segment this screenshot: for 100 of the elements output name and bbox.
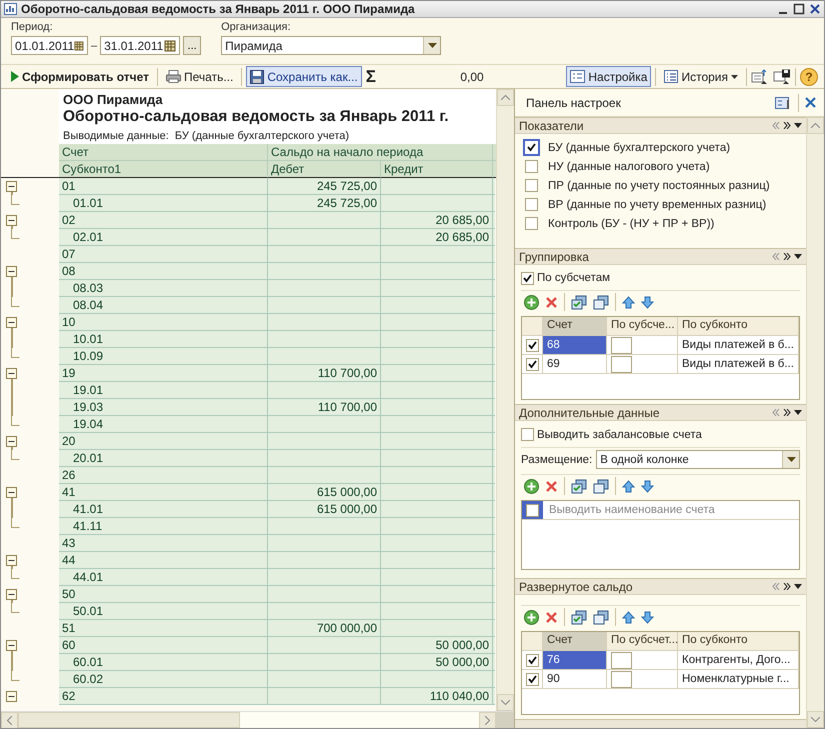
scroll-left-icon[interactable] bbox=[7, 716, 12, 725]
collapse-icon[interactable] bbox=[6, 555, 17, 566]
collapse-icon[interactable] bbox=[6, 266, 17, 277]
collapse-icon[interactable] bbox=[6, 317, 17, 328]
move-down-icon[interactable] bbox=[641, 480, 654, 492]
scroll-up-icon[interactable] bbox=[811, 123, 820, 128]
check-all-icon[interactable] bbox=[571, 478, 587, 494]
scroll-up-icon[interactable] bbox=[501, 95, 510, 100]
column-header[interactable]: По субконто bbox=[678, 317, 799, 336]
checkbox-label[interactable]: ВР (данные по учету временных разниц) bbox=[548, 198, 766, 210]
section-controls-icon[interactable] bbox=[772, 409, 802, 416]
save-as-button[interactable]: Сохранить как... bbox=[246, 66, 362, 87]
collapse-icon[interactable] bbox=[6, 215, 17, 226]
scroll-down-icon[interactable] bbox=[501, 700, 510, 705]
check-all-icon[interactable] bbox=[571, 610, 587, 624]
move-down-icon[interactable] bbox=[641, 296, 654, 309]
collapse-icon[interactable] bbox=[6, 589, 17, 600]
checkbox-label[interactable]: БУ (данные бухгалтерского учета) bbox=[548, 142, 730, 154]
column-header[interactable]: Счет bbox=[543, 317, 607, 336]
collapse-icon[interactable] bbox=[6, 368, 17, 379]
collapse-icon[interactable] bbox=[6, 436, 17, 447]
vertical-scrollbar[interactable] bbox=[496, 89, 514, 711]
date-field[interactable]: 01.01.2011 bbox=[11, 36, 88, 55]
checkbox[interactable] bbox=[611, 336, 632, 354]
print-button[interactable]: Печать... bbox=[162, 66, 238, 87]
column-header[interactable]: По субсче... bbox=[607, 317, 678, 336]
checkbox[interactable] bbox=[525, 198, 538, 211]
organization-field[interactable]: Пирамида bbox=[221, 36, 442, 55]
checkbox[interactable] bbox=[525, 160, 538, 173]
panel-options-icon[interactable] bbox=[775, 96, 792, 110]
period-button[interactable]: ... bbox=[183, 36, 202, 55]
section-header[interactable]: Группировка bbox=[515, 248, 806, 265]
collapse-icon[interactable] bbox=[6, 181, 17, 192]
checkbox[interactable] bbox=[611, 356, 632, 373]
collapse-icon[interactable] bbox=[6, 487, 17, 498]
horizontal-scrollbar[interactable] bbox=[1, 711, 514, 728]
move-down-icon[interactable] bbox=[641, 610, 654, 624]
collapse-icon[interactable] bbox=[6, 640, 17, 651]
table-cell[interactable]: 76 bbox=[543, 651, 607, 670]
column-header[interactable]: По субсчет... bbox=[607, 632, 678, 651]
settings-button[interactable]: Настройка bbox=[566, 66, 652, 87]
checkbox[interactable] bbox=[611, 652, 632, 668]
table-cell[interactable]: 90 bbox=[543, 670, 607, 689]
history-button[interactable]: История bbox=[660, 66, 742, 87]
collapse-icon[interactable] bbox=[6, 691, 17, 702]
section-controls-icon[interactable] bbox=[772, 583, 802, 590]
vertical-scrollbar[interactable] bbox=[806, 117, 824, 728]
checkbox[interactable] bbox=[526, 672, 539, 686]
export-icon[interactable] bbox=[751, 68, 769, 84]
sum-value: 0,00 bbox=[459, 70, 484, 84]
checkbox[interactable] bbox=[521, 428, 534, 441]
generate-report-button[interactable]: Сформировать отчет bbox=[7, 66, 154, 87]
uncheck-all-icon[interactable] bbox=[593, 610, 609, 624]
calendar-icon[interactable] bbox=[74, 40, 84, 52]
help-button[interactable]: ? bbox=[800, 68, 818, 86]
calendar-icon[interactable] bbox=[164, 40, 176, 52]
column-header[interactable]: По субконто bbox=[678, 632, 799, 651]
delete-icon[interactable] bbox=[545, 296, 558, 309]
checkbox[interactable] bbox=[525, 217, 538, 230]
save-settings-icon[interactable] bbox=[773, 68, 791, 84]
move-up-icon[interactable] bbox=[622, 610, 635, 624]
section-header[interactable]: Дополнительные данные bbox=[515, 404, 806, 421]
dropdown-caret-icon[interactable] bbox=[786, 457, 796, 462]
close-icon[interactable] bbox=[809, 3, 821, 15]
column-header[interactable]: Счет bbox=[543, 632, 607, 651]
checkbox-label[interactable]: Выводить забалансовые счета bbox=[537, 428, 702, 440]
table-cell[interactable]: 69 bbox=[543, 355, 607, 374]
check-all-icon[interactable] bbox=[571, 294, 587, 310]
date-field[interactable]: 31.01.2011 bbox=[100, 36, 180, 55]
section-controls-icon[interactable] bbox=[772, 122, 802, 129]
add-icon[interactable] bbox=[524, 294, 539, 310]
close-icon[interactable] bbox=[805, 97, 816, 108]
checkbox[interactable] bbox=[523, 139, 540, 156]
dropdown-caret-icon[interactable] bbox=[428, 43, 437, 48]
add-icon[interactable] bbox=[524, 478, 539, 494]
uncheck-all-icon[interactable] bbox=[593, 294, 609, 310]
move-up-icon[interactable] bbox=[622, 480, 635, 492]
section-controls-icon[interactable] bbox=[772, 253, 802, 260]
placement-dropdown[interactable]: В одной колонке bbox=[596, 450, 800, 469]
section-header[interactable]: Развернутое сальдо bbox=[515, 578, 806, 595]
delete-icon[interactable] bbox=[545, 480, 558, 492]
checkbox-label[interactable]: ПР (данные по учету постоянных разниц) bbox=[548, 180, 770, 192]
scroll-right-icon[interactable] bbox=[485, 716, 490, 725]
checkbox-label[interactable]: НУ (данные налогового учета) bbox=[548, 160, 710, 172]
scroll-down-icon[interactable] bbox=[811, 717, 820, 722]
checkbox-label[interactable]: По субсчетам bbox=[537, 272, 610, 284]
checkbox[interactable] bbox=[526, 358, 539, 371]
checkbox[interactable] bbox=[526, 338, 539, 352]
move-up-icon[interactable] bbox=[622, 296, 635, 309]
maximize-icon[interactable] bbox=[793, 3, 805, 15]
section-header[interactable]: Показатели bbox=[515, 117, 806, 134]
delete-icon[interactable] bbox=[545, 610, 558, 624]
checkbox[interactable] bbox=[611, 670, 632, 688]
checkbox[interactable] bbox=[521, 272, 534, 285]
add-icon[interactable] bbox=[524, 610, 539, 624]
uncheck-all-icon[interactable] bbox=[593, 478, 609, 494]
table-cell[interactable]: 68 bbox=[543, 336, 607, 356]
checkbox[interactable] bbox=[526, 654, 539, 666]
checkbox-label[interactable]: Контроль (БУ - (НУ + ПР + ВР)) bbox=[548, 218, 714, 230]
checkbox[interactable] bbox=[525, 179, 538, 192]
